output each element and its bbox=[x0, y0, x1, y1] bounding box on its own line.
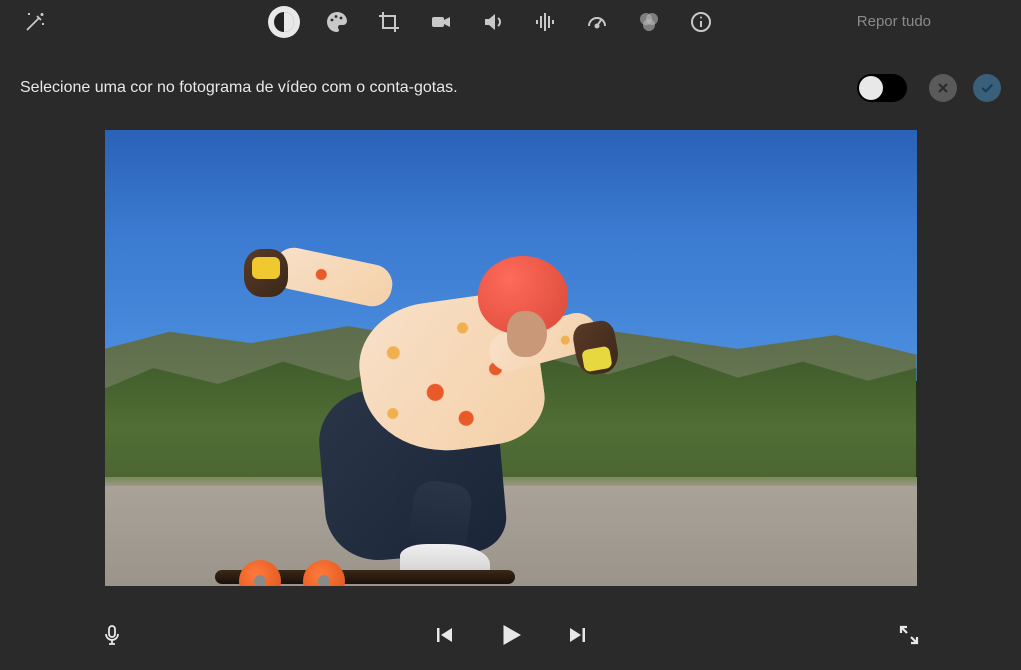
equalizer-icon bbox=[533, 10, 557, 34]
previous-frame-button[interactable] bbox=[432, 623, 456, 647]
transport-bar bbox=[0, 610, 1021, 660]
color-balance-icon bbox=[272, 10, 296, 34]
speed-button[interactable] bbox=[582, 7, 612, 37]
speaker-icon bbox=[481, 10, 505, 34]
check-icon bbox=[979, 80, 995, 96]
reset-all-button[interactable]: Repor tudo bbox=[857, 13, 1001, 30]
microphone-icon bbox=[100, 623, 124, 647]
overlap-circles-icon bbox=[637, 10, 661, 34]
crop-button[interactable] bbox=[374, 7, 404, 37]
filters-button[interactable] bbox=[634, 7, 664, 37]
color-balance-button[interactable] bbox=[268, 6, 300, 38]
video-camera-icon bbox=[429, 10, 453, 34]
stabilize-button[interactable] bbox=[426, 7, 456, 37]
scene-skater bbox=[234, 212, 721, 577]
close-icon bbox=[935, 80, 951, 96]
video-preview[interactable] bbox=[105, 130, 917, 586]
info-button[interactable] bbox=[686, 7, 716, 37]
magic-wand-icon bbox=[23, 10, 47, 34]
play-button[interactable] bbox=[496, 620, 526, 650]
playback-controls bbox=[432, 620, 590, 650]
instruction-text: Selecione uma cor no fotograma de vídeo … bbox=[20, 79, 841, 97]
magic-wand-button[interactable] bbox=[20, 7, 50, 37]
toolbar-left-group bbox=[20, 7, 150, 37]
confirm-button[interactable] bbox=[973, 74, 1001, 102]
instruction-bar: Selecione uma cor no fotograma de vídeo … bbox=[0, 44, 1021, 112]
next-frame-button[interactable] bbox=[566, 623, 590, 647]
fullscreen-button[interactable] bbox=[897, 623, 921, 647]
play-icon bbox=[496, 620, 526, 650]
skip-back-icon bbox=[432, 623, 456, 647]
effect-toggle[interactable] bbox=[857, 74, 907, 102]
color-correction-button[interactable] bbox=[322, 7, 352, 37]
volume-button[interactable] bbox=[478, 7, 508, 37]
cancel-button[interactable] bbox=[929, 74, 957, 102]
toolbar-center-group bbox=[268, 6, 839, 38]
palette-icon bbox=[325, 10, 349, 34]
toggle-knob bbox=[859, 76, 883, 100]
speedometer-icon bbox=[585, 10, 609, 34]
noise-reduction-button[interactable] bbox=[530, 7, 560, 37]
skip-forward-icon bbox=[566, 623, 590, 647]
expand-icon bbox=[897, 623, 921, 647]
voiceover-button[interactable] bbox=[100, 623, 124, 647]
toolbar-right-group: Repor tudo bbox=[857, 13, 1001, 31]
crop-icon bbox=[377, 10, 401, 34]
transport-right-group bbox=[897, 623, 921, 647]
inspector-toolbar: Repor tudo bbox=[0, 0, 1021, 44]
info-icon bbox=[689, 10, 713, 34]
